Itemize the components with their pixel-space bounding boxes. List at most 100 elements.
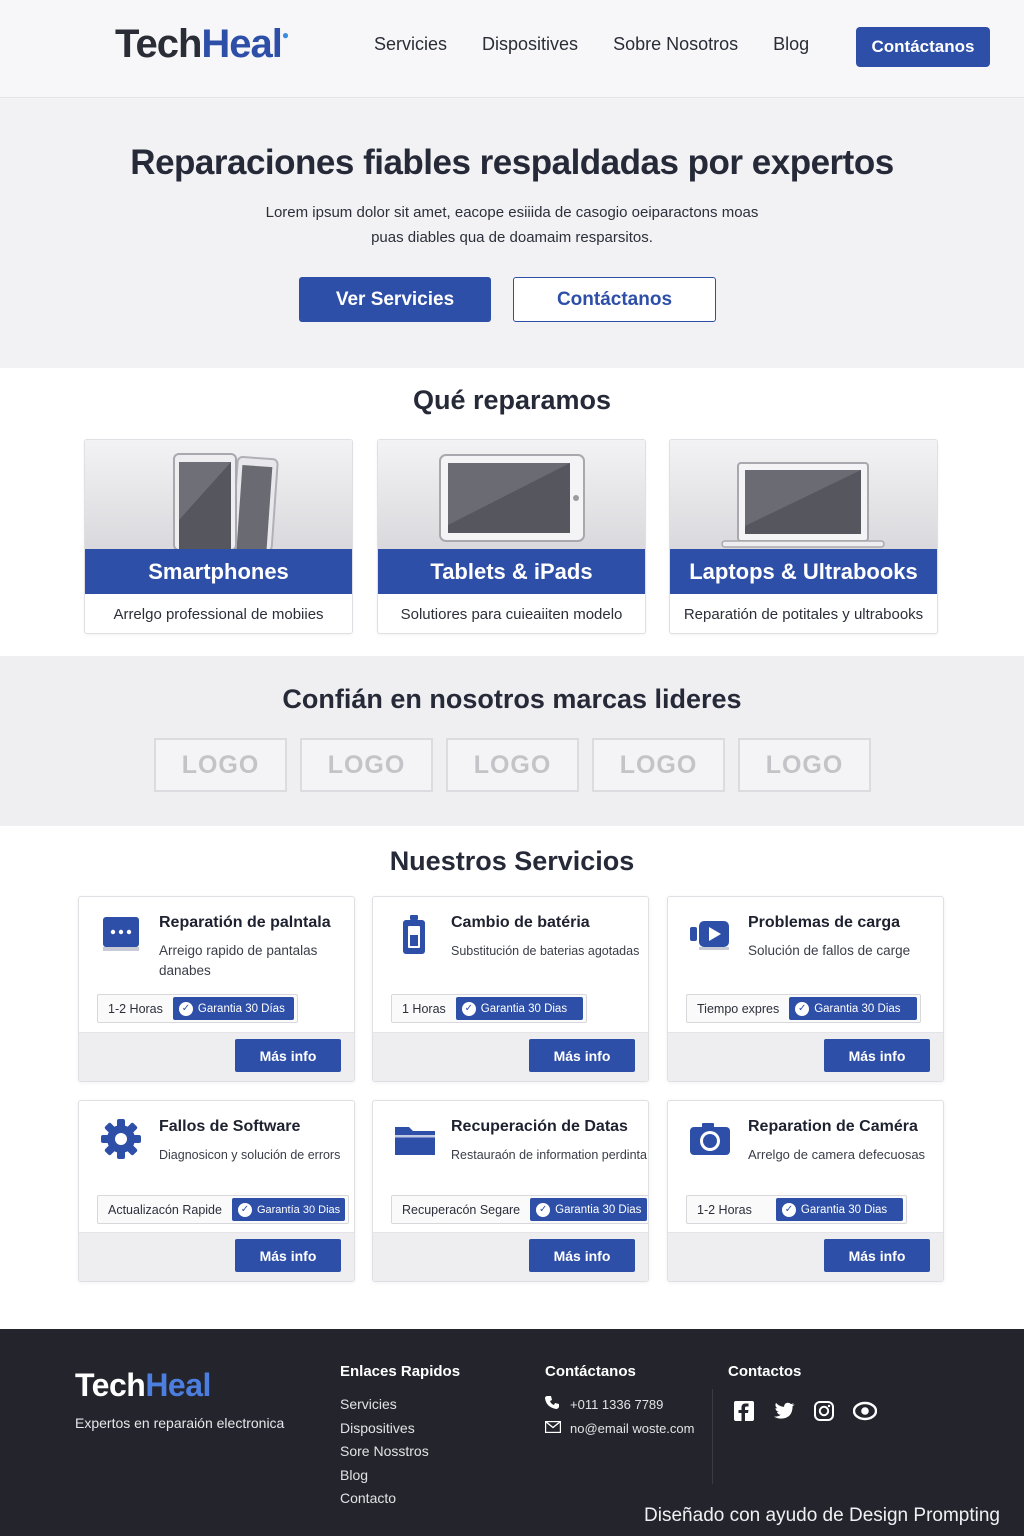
main-nav: Servicies Dispositives Sobre Nosotros Bl… — [374, 34, 844, 55]
camera-icon — [688, 1117, 732, 1161]
warranty-text: Garantia 30 Dias — [814, 1002, 901, 1015]
hero-title: Reparaciones fiables respaldadas por exp… — [130, 143, 894, 182]
service-time: Actualizacón Rapide — [108, 1202, 222, 1217]
eye-icon[interactable] — [852, 1400, 878, 1422]
service-desc: Arreigo rapido de pantalas danabes — [159, 943, 318, 978]
service-meta: 1 Horas ✓ Garantia 30 Dias — [391, 994, 588, 1023]
more-info-button[interactable]: Más info — [235, 1239, 341, 1272]
footer-link-contact[interactable]: Contacto — [340, 1487, 429, 1511]
laptop-image — [670, 440, 937, 550]
service-card-charging: Problemas de carga Solución de fallos de… — [667, 896, 944, 1082]
nav-link-devices[interactable]: Dispositives — [482, 34, 578, 55]
check-icon: ✓ — [178, 1001, 193, 1016]
site-header: TechHeal● Servicies Dispositives Sobre N… — [0, 0, 1024, 98]
site-footer: TechHeal Expertos en reparaión electroni… — [0, 1329, 1024, 1536]
category-desc: Solutiores para cuieaiiten modelo — [400, 606, 623, 623]
footer-credit: Diseñado con ayudo de Design Prompting — [644, 1505, 1000, 1526]
footer-divider — [712, 1389, 713, 1484]
logo-tech-text: Tech — [75, 1367, 146, 1403]
gear-icon — [99, 1117, 143, 1161]
warranty-text: Garantia 30 Dias — [480, 1002, 568, 1015]
service-desc: Substitución de baterias agotadas — [451, 944, 640, 958]
brand-logo: LOGO — [738, 738, 871, 792]
footer-social-title: Contactos — [728, 1363, 802, 1380]
service-desc: Solución de fallos de carge — [748, 943, 911, 958]
service-time: 1-2 Horas — [108, 1001, 163, 1016]
brand-logo: LOGO — [446, 738, 579, 792]
site-logo[interactable]: TechHeal● — [115, 22, 289, 67]
category-card-smartphones[interactable]: Smartphones Arrelgo professional de mobi… — [84, 439, 353, 634]
warranty-badge: ✓ Garantia 30 Dias — [455, 997, 584, 1020]
footer-link-blog[interactable]: Blog — [340, 1464, 429, 1488]
service-footer: Más info — [668, 1232, 943, 1281]
more-info-button[interactable]: Más info — [824, 1239, 930, 1272]
service-time: Recuperacón Segare — [402, 1202, 521, 1217]
hero-section: Reparaciones fiables respaldadas por exp… — [0, 99, 1024, 368]
view-services-button[interactable]: Ver Servicies — [299, 277, 491, 322]
service-title: Cambio de batéria — [451, 914, 590, 931]
nav-link-blog[interactable]: Blog — [773, 34, 809, 55]
service-card-battery: Cambio de batéria Substitución de bateri… — [372, 896, 649, 1082]
more-info-button[interactable]: Más info — [235, 1039, 341, 1072]
category-title: Laptops & Ultrabooks — [670, 549, 937, 594]
service-card-screen: Reparatión de palntala Arreigo rapido de… — [78, 896, 355, 1082]
hero-text: Lorem ipsum dolor sit amet, eacope esiii… — [265, 204, 759, 246]
facebook-icon[interactable] — [733, 1400, 755, 1422]
warranty-text: Garantia 30 Dias — [800, 1203, 888, 1216]
logo-tech-text: Tech — [115, 22, 202, 66]
service-desc: Arrelgo de camera defecuosas — [748, 1147, 926, 1162]
footer-tagline: Expertos en reparaión electronica — [75, 1415, 285, 1431]
check-icon: ✓ — [781, 1202, 796, 1217]
mail-icon — [544, 1420, 562, 1436]
check-icon: ✓ — [795, 1001, 810, 1016]
footer-logo[interactable]: TechHeal — [75, 1367, 211, 1404]
brand-logo: LOGO — [592, 738, 725, 792]
service-desc: Diagnosicon y solución de errors — [159, 1148, 341, 1162]
brand-logo: LOGO — [300, 738, 433, 792]
footer-link-devices[interactable]: Dispositives — [340, 1417, 429, 1441]
footer-email[interactable]: no@email woste.com — [544, 1420, 695, 1436]
social-links — [733, 1400, 878, 1422]
footer-phone[interactable]: +011 1336 7789 — [545, 1395, 663, 1414]
warranty-badge: ✓ Garantía 30 Dias — [231, 1198, 346, 1221]
service-card-camera: Reparation de Caméra Arrelgo de camera d… — [667, 1100, 944, 1282]
contact-button[interactable]: Contáctanos — [856, 27, 990, 67]
service-card-software: Fallos de Software Diagnosicon y solució… — [78, 1100, 355, 1282]
warranty-text: Garantia 30 Dias — [555, 1203, 642, 1216]
service-title: Fallos de Software — [159, 1118, 301, 1135]
nav-link-about[interactable]: Sobre Nosotros — [613, 34, 738, 55]
footer-link-services[interactable]: Servicies — [340, 1393, 429, 1417]
email-text: no@email woste.com — [570, 1421, 695, 1436]
brands-title: Confián en nosotros marcas lideres — [282, 684, 742, 714]
logo-dot-icon: ● — [281, 28, 289, 42]
footer-links-title: Enlaces Rapidos — [340, 1363, 461, 1380]
footer-links: Servicies Dispositives Sore Nosstros Blo… — [340, 1393, 429, 1511]
category-title: Smartphones — [85, 549, 352, 594]
more-info-button[interactable]: Más info — [529, 1039, 635, 1072]
twitter-icon[interactable] — [773, 1400, 795, 1422]
check-icon: ✓ — [237, 1202, 252, 1217]
service-desc: Restauraón de information perdinta — [451, 1148, 647, 1162]
nav-link-services[interactable]: Servicies — [374, 34, 447, 55]
service-footer: Más info — [373, 1032, 648, 1081]
brand-logo: LOGO — [154, 738, 287, 792]
more-info-button[interactable]: Más info — [529, 1239, 635, 1272]
phone-icon — [545, 1395, 561, 1414]
services-title: Nuestros Servicios — [389, 846, 635, 876]
service-meta: 1-2 Horas ✓ Garantia 30 Dias — [686, 1195, 908, 1224]
instagram-icon[interactable] — [813, 1400, 835, 1422]
footer-link-about[interactable]: Sore Nosstros — [340, 1440, 429, 1464]
more-info-button[interactable]: Más info — [824, 1039, 930, 1072]
service-footer: Más info — [79, 1032, 354, 1081]
service-footer: Más info — [79, 1232, 354, 1281]
check-icon: ✓ — [536, 1202, 551, 1217]
category-card-laptops[interactable]: Laptops & Ultrabooks Reparatión de potit… — [669, 439, 938, 634]
check-icon: ✓ — [461, 1001, 476, 1016]
category-desc: Reparatión de potitales y ultrabooks — [683, 606, 924, 623]
warranty-badge: ✓ Garantia 30 Dias — [775, 1198, 904, 1221]
hero-contact-button[interactable]: Contáctanos — [513, 277, 716, 322]
service-meta: Recuperacón Segare ✓ Garantia 30 Dias — [391, 1195, 648, 1224]
footer-contact-title: Contáctanos — [545, 1363, 636, 1380]
warranty-text: Garantia 30 Días — [197, 1002, 285, 1015]
category-card-tablets[interactable]: Tablets & iPads Solutiores para cuieaiit… — [377, 439, 646, 634]
